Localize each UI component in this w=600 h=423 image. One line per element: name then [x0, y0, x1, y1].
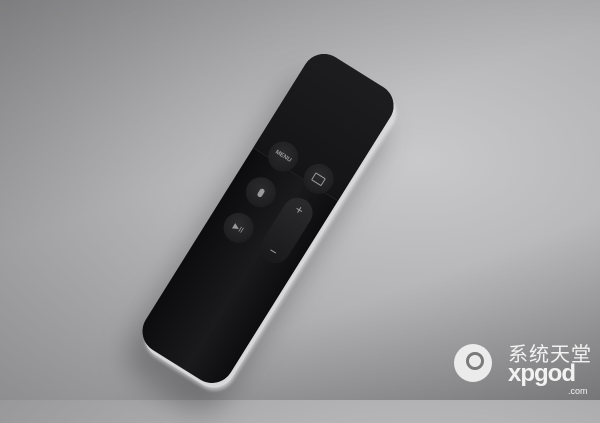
siri-button: [240, 171, 282, 213]
watermark-domain: .com: [568, 386, 588, 396]
watermark-brand: xpgod: [508, 360, 576, 387]
tv-icon: [311, 171, 327, 186]
microphone-icon: [256, 187, 266, 198]
play-pause-button: ▶II: [217, 207, 260, 249]
volume-up-icon: +: [292, 201, 307, 219]
watermark: 系统天堂 xpgod .com: [448, 332, 598, 398]
volume-down-icon: −: [266, 242, 281, 260]
watermark-logo-icon: [454, 344, 492, 382]
